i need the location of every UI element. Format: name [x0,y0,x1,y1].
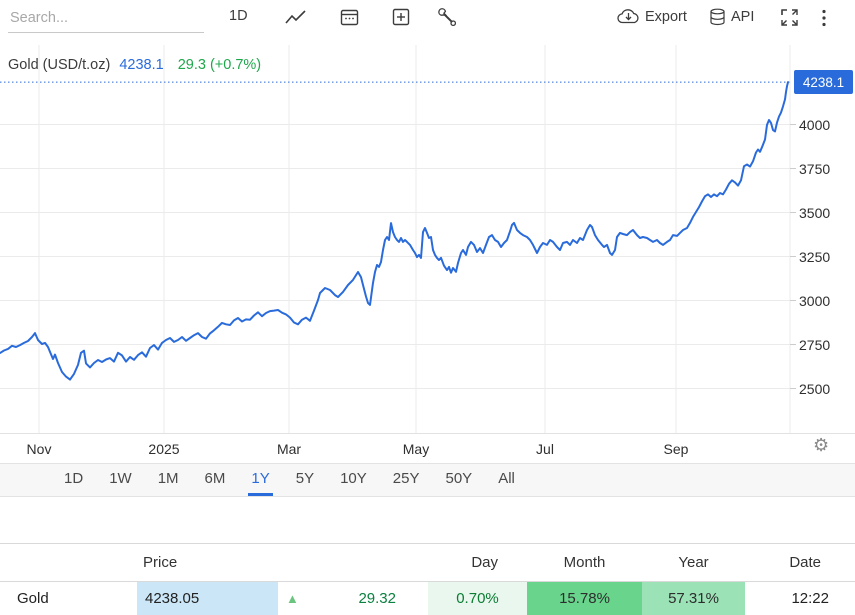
interval-selector[interactable]: 1D [229,8,248,24]
header-price: Price [137,544,278,581]
indicators-tools-button[interactable] [438,8,457,27]
y-axis-label: 3750 [799,161,830,177]
chart-settings-gear-icon[interactable]: ⚙ [813,435,829,456]
search-input[interactable] [8,7,204,33]
wrench-icon [438,8,457,27]
range-selector-row: 1D 1W 1M 6M 1Y 5Y 10Y 25Y 50Y All [0,463,855,497]
x-axis-label: Nov [27,441,52,457]
api-button[interactable]: API [709,8,754,26]
quote-table-header: Price Day Month Year Date [0,543,855,582]
compare-add-button[interactable] [392,8,410,26]
range-button-1y[interactable]: 1Y [248,464,272,496]
range-button-6m[interactable]: 6M [202,464,229,496]
kebab-menu-icon [821,9,827,27]
interval-label: 1D [229,8,248,24]
top-toolbar: 1D [0,0,855,45]
current-price-tag: 4238.1 [794,70,853,94]
day-pct-cell: 0.70% [428,582,527,615]
plus-square-icon [392,8,410,26]
price-cell: 4238.05 [137,582,278,615]
range-button-1w[interactable]: 1W [106,464,135,496]
x-axis-label: 2025 [148,441,179,457]
x-axis-label: Sep [664,441,689,457]
database-icon [709,8,726,26]
legend-change: 29.3 (+0.7%) [178,57,261,73]
y-axis-label: 2500 [799,381,830,397]
quote-table: Price Day Month Year Date Gold 4238.05 ▲… [0,543,855,615]
line-chart-icon [285,9,307,27]
x-axis-label: Jul [536,441,554,457]
header-spacer [0,544,137,581]
price-chart-plot-area[interactable] [0,0,855,615]
export-cloud-download-icon [617,8,640,25]
date-cell: 12:22 [745,582,855,615]
day-change-cell: 29.32 [332,582,428,615]
api-label: API [731,9,754,25]
header-day: Day [428,544,527,581]
fullscreen-button[interactable] [780,8,799,27]
chart-type-button[interactable] [285,9,307,27]
y-axis-label: 3250 [799,249,830,265]
header-spacer [332,544,428,581]
chart-legend: Gold (USD/t.oz) 4238.1 29.3 (+0.7%) [8,57,261,73]
legend-instrument-label: Gold (USD/t.oz) [8,57,110,73]
y-axis-label: 3500 [799,205,830,221]
year-pct-cell: 57.31% [642,582,745,615]
range-button-1m[interactable]: 1M [155,464,182,496]
instrument-name-link[interactable]: Gold [0,582,137,615]
range-button-all[interactable]: All [495,464,518,496]
up-triangle-icon: ▲ [278,582,332,615]
range-button-50y[interactable]: 50Y [443,464,476,496]
export-button[interactable]: Export [617,8,687,25]
range-button-10y[interactable]: 10Y [337,464,370,496]
fullscreen-expand-icon [780,8,799,27]
range-button-25y[interactable]: 25Y [390,464,423,496]
y-axis-label: 2750 [799,337,830,353]
month-pct-cell: 15.78% [527,582,642,615]
y-axis-label: 3000 [799,293,830,309]
header-month: Month [527,544,642,581]
x-axis-label: Mar [277,441,301,457]
calendar-button[interactable] [340,8,359,26]
legend-last-price: 4238.1 [119,57,163,73]
header-date: Date [745,544,855,581]
more-options-button[interactable] [821,9,827,27]
header-year: Year [642,544,745,581]
header-spacer [278,544,332,581]
table-row-gold: Gold 4238.05 ▲ 29.32 0.70% 15.78% 57.31%… [0,582,855,615]
x-axis-label: May [403,441,429,457]
export-label: Export [645,9,687,25]
range-button-1d[interactable]: 1D [61,464,86,496]
y-axis-label: 4000 [799,117,830,133]
range-button-5y[interactable]: 5Y [293,464,317,496]
calendar-icon [340,8,359,26]
